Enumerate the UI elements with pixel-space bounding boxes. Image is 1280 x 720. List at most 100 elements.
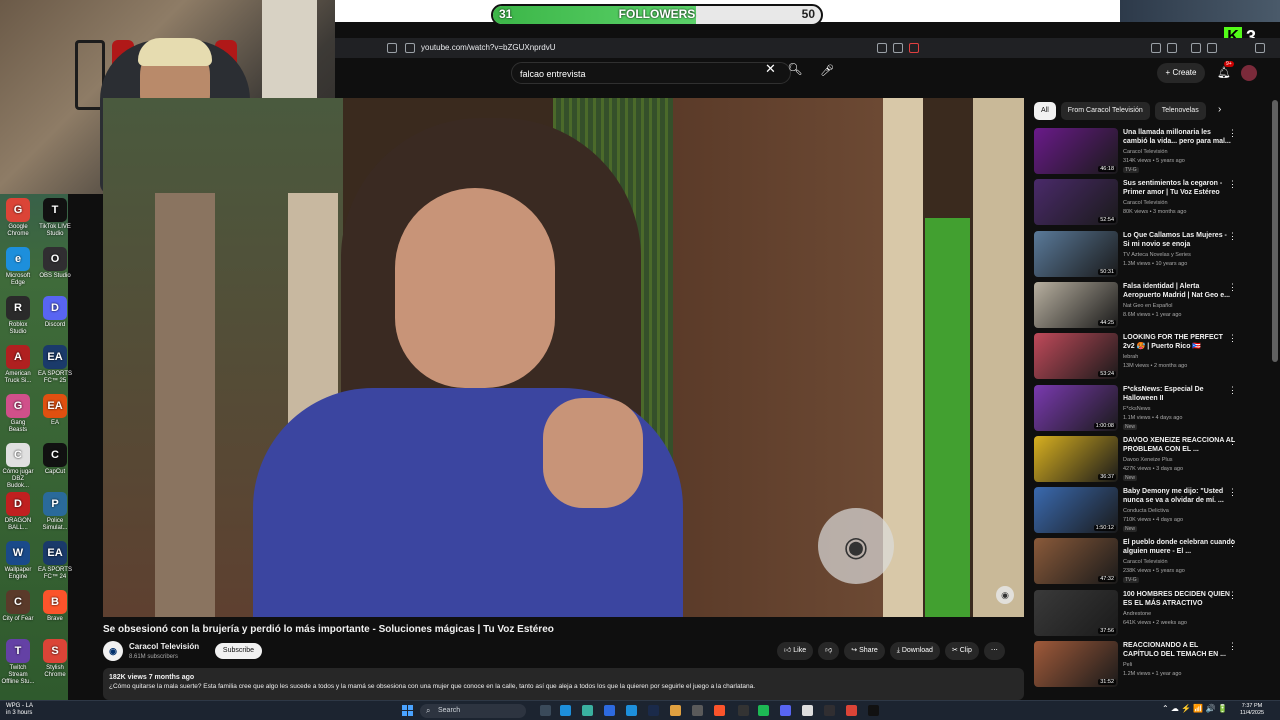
chrome-taskbar-icon[interactable] — [846, 705, 857, 716]
recommendation-title[interactable]: El pueblo donde celebran cuando alguien … — [1123, 538, 1235, 556]
recommendation-item[interactable]: 44:25 Falsa identidad | Alerta Aeropuerto… — [1034, 280, 1254, 328]
split-view-icon[interactable] — [1207, 43, 1217, 53]
recommendation-item[interactable]: 37:56 100 HOMBRES DECIDEN QUIEN ES EL MÁS… — [1034, 588, 1254, 636]
recommendation-item[interactable]: 1:00:08 F*cksNews: Especial De Halloween … — [1034, 383, 1254, 431]
edge2-taskbar-icon[interactable] — [626, 705, 637, 716]
start-button[interactable] — [402, 705, 413, 716]
recommendation-title[interactable]: REACCIONANDO A EL CAPÍTULO DEL TEMACH EN… — [1123, 641, 1235, 659]
desktop-icon[interactable]: EA EA SPORTS FC™ 24 — [38, 541, 72, 581]
recommendation-channel[interactable]: TV Azteca Novelas y Series — [1123, 252, 1191, 258]
app2-taskbar-icon[interactable] — [670, 705, 681, 716]
recommendation-title[interactable]: F*cksNews: Especial De Halloween II — [1123, 385, 1235, 403]
video-thumbnail[interactable]: 52:54 — [1034, 179, 1118, 226]
edge-taskbar-icon[interactable] — [560, 705, 571, 716]
desktop-icon[interactable]: D DRAGON BALL... — [1, 492, 35, 532]
more-options-icon[interactable]: ⋮ — [1228, 487, 1237, 498]
dislike-button[interactable]: 👎︎ — [818, 642, 840, 660]
desktop-icon[interactable]: e Microsoft Edge — [1, 247, 35, 287]
weather-widget[interactable]: WPG - LA in 3 hours — [6, 703, 33, 717]
bookmark-icon[interactable] — [387, 43, 397, 53]
recommendation-channel[interactable]: Peli — [1123, 662, 1132, 668]
brave-shield-icon[interactable] — [909, 43, 919, 53]
sidebar-toggle-icon[interactable] — [1167, 43, 1177, 53]
channel-watermark-icon[interactable]: ◉ — [996, 586, 1014, 604]
recommendation-title[interactable]: Falsa identidad | Alerta Aeropuerto Madr… — [1123, 282, 1235, 300]
more-options-icon[interactable]: ⋮ — [1228, 590, 1237, 601]
share-button[interactable]: ↪ Share — [844, 642, 885, 660]
clip-button[interactable]: ✂ Clip — [944, 642, 979, 660]
desktop-icon[interactable]: T TikTok LIVE Studio — [38, 198, 72, 238]
search-box[interactable] — [511, 62, 791, 84]
clear-search-icon[interactable]: ✕ — [765, 61, 776, 77]
app-taskbar-icon[interactable] — [582, 705, 593, 716]
site-info-icon[interactable] — [405, 43, 415, 53]
recommendation-channel[interactable]: Conducta Delictiva — [1123, 508, 1169, 514]
desktop-icon[interactable]: C City of Fear — [1, 590, 35, 623]
recommendation-item[interactable]: 47:32 El pueblo donde celebran cuando alg… — [1034, 536, 1254, 585]
app4-taskbar-icon[interactable] — [738, 705, 749, 716]
discord-taskbar-icon[interactable] — [780, 705, 791, 716]
desktop-icon[interactable]: C Cómo jugar DBZ Budok... — [1, 443, 35, 490]
page-scrollbar[interactable] — [1272, 100, 1278, 362]
desktop-icon[interactable]: W Wallpaper Engine — [1, 541, 35, 581]
recommendation-title[interactable]: LOOKING FOR THE PERFECT 2v2 🥵 | Puerto R… — [1123, 333, 1235, 351]
like-button[interactable]: 👍︎ Like — [777, 642, 814, 660]
recommendation-item[interactable]: 53:24 LOOKING FOR THE PERFECT 2v2 🥵 | Pue… — [1034, 331, 1254, 380]
desktop-icon[interactable]: D Discord — [38, 296, 72, 329]
description-box[interactable]: 182K views 7 months ago ¿Cómo quitarse l… — [103, 668, 1024, 700]
more-options-icon[interactable]: ⋮ — [1228, 436, 1237, 447]
recommendation-title[interactable]: Sus sentimientos la cegaron - Primer amo… — [1123, 179, 1235, 197]
recommendation-item[interactable]: 36:37 DAVOO XENEIZE REACCIONA AL PROBLEMA… — [1034, 434, 1254, 482]
desktop-icon[interactable]: O OBS Studio — [38, 247, 72, 280]
recommendation-item[interactable]: 31:52 REACCIONANDO A EL CAPÍTULO DEL TEMA… — [1034, 639, 1254, 687]
video-player[interactable]: ◉ ◉ — [103, 98, 1024, 617]
video-thumbnail[interactable]: 1:50:12 — [1034, 487, 1118, 534]
desktop-icon[interactable]: T Twitch Stream Offline Stu... — [1, 639, 35, 686]
more-options-icon[interactable]: ⋮ — [1228, 179, 1237, 190]
recommendation-channel[interactable]: Caracol Televisión — [1123, 200, 1168, 206]
more-options-icon[interactable]: ⋮ — [1228, 231, 1237, 242]
desktop-icon[interactable]: S Stylish Chrome — [38, 639, 72, 679]
recommendation-channel[interactable]: Davoo Xeneize Plus — [1123, 457, 1173, 463]
desktop-icon[interactable]: G Google Chrome — [1, 198, 35, 238]
video-thumbnail[interactable]: 47:32 — [1034, 538, 1118, 585]
app3-taskbar-icon[interactable] — [692, 705, 703, 716]
desktop-icon[interactable]: EA EA — [38, 394, 72, 427]
desktop-icon[interactable]: G Gang Beasts — [1, 394, 35, 434]
steam-taskbar-icon[interactable] — [648, 705, 659, 716]
video-thumbnail[interactable]: 46:18 — [1034, 128, 1118, 174]
desktop-icon[interactable]: R Roblox Studio — [1, 296, 35, 336]
recommendation-item[interactable]: 52:54 Sus sentimientos la cegaron - Prime… — [1034, 177, 1254, 226]
more-options-icon[interactable]: ⋮ — [1228, 333, 1237, 344]
menu-icon[interactable] — [1255, 43, 1265, 53]
chevron-right-icon[interactable]: › — [1218, 104, 1221, 115]
download-button[interactable]: ⤓ Download — [889, 642, 940, 660]
store-taskbar-icon[interactable] — [604, 705, 615, 716]
desktop-icon[interactable]: EA EA SPORTS FC™ 25 — [38, 345, 72, 385]
search-input[interactable] — [520, 66, 760, 81]
task-view-icon[interactable] — [540, 705, 551, 716]
filter-chip[interactable]: Telenovelas — [1154, 102, 1206, 120]
video-thumbnail[interactable]: 44:25 — [1034, 281, 1118, 328]
video-thumbnail[interactable]: 31:52 — [1034, 641, 1118, 687]
extensions-icon[interactable] — [1151, 43, 1161, 53]
recommendation-channel[interactable]: Caracol Televisión — [1123, 149, 1168, 155]
desktop-icon[interactable]: A American Truck Si... — [1, 345, 35, 385]
filter-chip[interactable]: From Caracol Televisión — [1060, 102, 1150, 120]
recommendation-channel[interactable]: Andrestone — [1123, 611, 1151, 617]
recommendation-title[interactable]: Lo Que Callamos Las Mujeres - Si mi novi… — [1123, 231, 1235, 249]
app5-taskbar-icon[interactable] — [802, 705, 813, 716]
search-icon[interactable]: 🔍︎ — [783, 62, 807, 84]
filter-chip[interactable]: All — [1034, 102, 1056, 120]
more-options-icon[interactable]: ⋮ — [1228, 282, 1237, 293]
recommendation-channel[interactable]: lebrah — [1123, 354, 1138, 360]
subscribe-button[interactable]: Subscribe — [215, 643, 262, 659]
recommendation-title[interactable]: Una llamada millonaria les cambió la vid… — [1123, 128, 1235, 146]
system-tray[interactable]: ⌃ ☁ ⚡ 📶 🔊 🔋 — [1162, 704, 1228, 713]
notifications-bell-icon[interactable]: 🔔︎ 9+ — [1217, 61, 1234, 79]
desktop-icon[interactable]: P Police Simulat... — [38, 492, 72, 532]
more-actions-button[interactable]: ⋯ — [983, 642, 1005, 660]
share-page-icon[interactable] — [893, 43, 903, 53]
channel-avatar[interactable]: ◉ — [103, 641, 123, 661]
spotify-taskbar-icon[interactable] — [758, 705, 769, 716]
